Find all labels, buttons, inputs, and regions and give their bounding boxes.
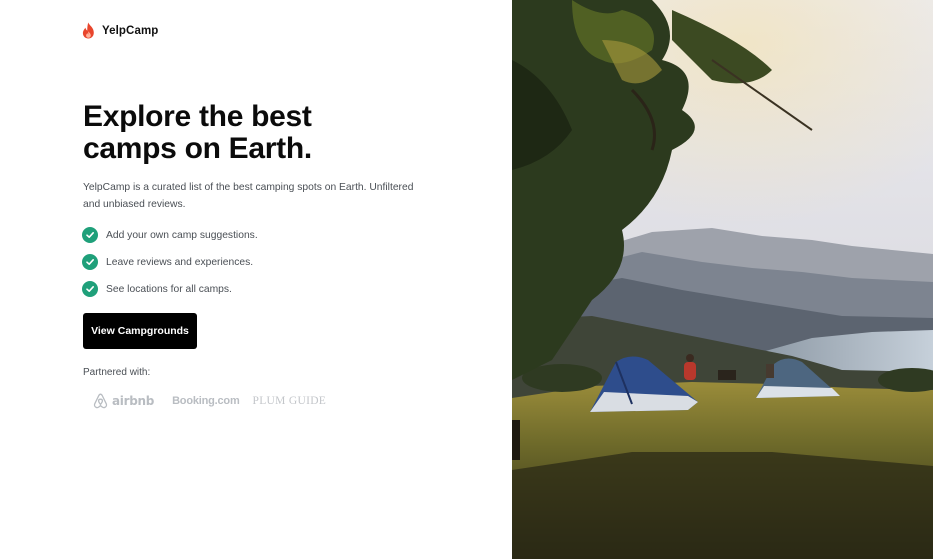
camping-photo-image — [512, 0, 933, 559]
check-circle-icon — [82, 281, 98, 297]
feature-item: See locations for all camps. — [82, 281, 258, 297]
check-circle-icon — [82, 227, 98, 243]
feature-label: Add your own camp suggestions. — [106, 229, 258, 241]
hero-description: YelpCamp is a curated list of the best c… — [83, 182, 414, 210]
plum-guide-logo: PLUM GUIDE — [252, 395, 327, 407]
feature-list: Add your own camp suggestions. Leave rev… — [82, 227, 258, 308]
brand[interactable]: YelpCamp — [82, 22, 158, 39]
airbnb-logo: airbnb — [93, 393, 154, 409]
hero-photo — [512, 0, 933, 559]
check-circle-icon — [82, 254, 98, 270]
view-campgrounds-button[interactable]: View Campgrounds — [83, 313, 197, 349]
feature-label: Leave reviews and experiences. — [106, 256, 254, 268]
flame-icon — [82, 22, 94, 39]
airbnb-logo-icon — [93, 393, 108, 409]
hero-panel: YelpCamp Explore the best camps on Earth… — [0, 0, 512, 559]
feature-item: Add your own camp suggestions. — [82, 227, 258, 243]
partners-label: Partnered with: — [83, 367, 151, 378]
feature-label: See locations for all camps. — [106, 283, 232, 295]
airbnb-wordmark: airbnb — [112, 394, 155, 408]
partner-logos: airbnb Booking.com PLUM GUIDE — [93, 391, 326, 411]
feature-item: Leave reviews and experiences. — [82, 254, 258, 270]
booking-logo: Booking.com — [172, 395, 240, 407]
brand-name: YelpCamp — [102, 24, 159, 37]
page-title: Explore the best camps on Earth. — [83, 100, 312, 165]
